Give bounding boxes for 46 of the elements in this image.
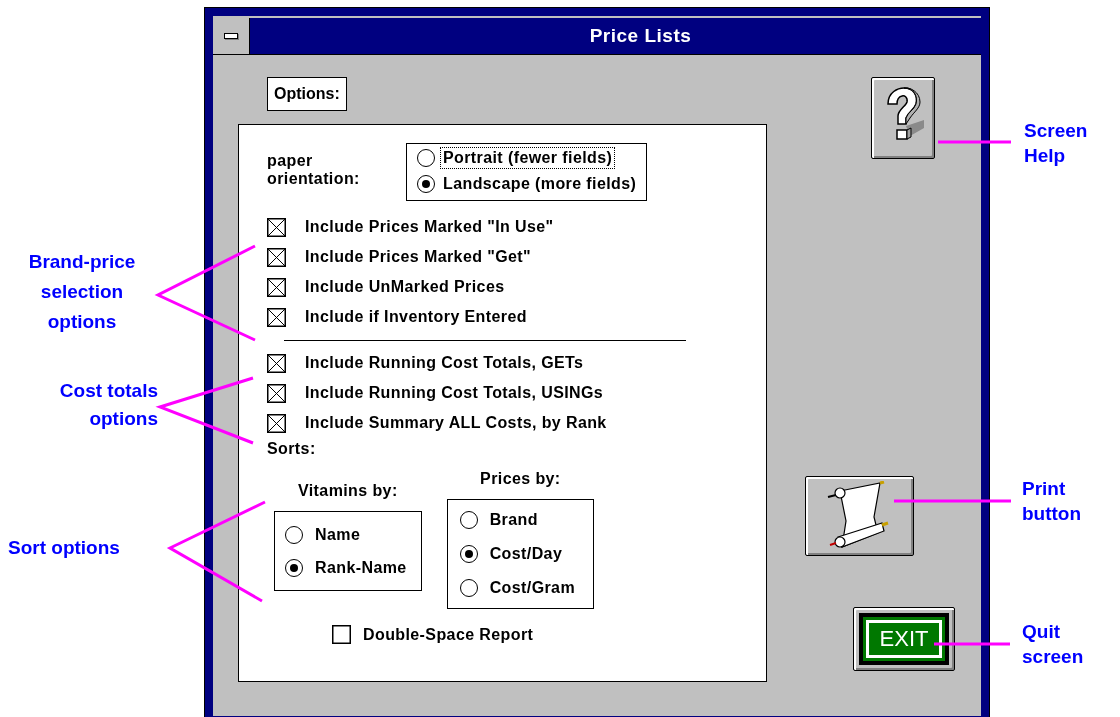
radio-button[interactable] xyxy=(459,511,478,529)
option-label: Brand xyxy=(488,510,539,530)
checkbox-label: Include Prices Marked "In Use" xyxy=(305,218,554,236)
help-button[interactable] xyxy=(871,77,935,159)
radio-button[interactable] xyxy=(459,579,478,597)
group-label: Prices by: xyxy=(480,470,561,488)
checkbox[interactable] xyxy=(267,247,286,267)
option-label: Rank-Name xyxy=(314,558,408,578)
checkbox[interactable] xyxy=(267,277,286,297)
annotation-label: Sort options xyxy=(8,536,121,560)
print-button[interactable] xyxy=(805,476,914,556)
checkbox[interactable] xyxy=(267,217,286,237)
checkbox[interactable] xyxy=(267,383,286,403)
checkbox[interactable] xyxy=(267,307,286,327)
radio-button[interactable] xyxy=(459,545,478,563)
annotation-label: Screen Help xyxy=(1024,119,1089,168)
section-label: Sorts: xyxy=(267,440,317,458)
radio-button[interactable] xyxy=(417,175,435,193)
group-label: Options: xyxy=(267,77,347,111)
field-label: paper orientation: xyxy=(267,152,361,188)
checkbox-label: Include Running Cost Totals, USINGs xyxy=(305,384,604,402)
annotation-label: Cost totals options xyxy=(58,379,158,431)
option-label: Cost/Day xyxy=(488,544,564,564)
option-label: Name xyxy=(314,525,362,545)
option-label: Landscape (more fields) xyxy=(442,174,638,194)
checkbox-label: Include Running Cost Totals, GETs xyxy=(305,354,584,372)
checkbox-label: Include Summary ALL Costs, by Rank xyxy=(305,414,607,432)
radio-button[interactable] xyxy=(285,526,303,544)
radio-button[interactable] xyxy=(417,149,435,167)
checkbox[interactable] xyxy=(332,625,351,644)
exit-button[interactable]: EXIT xyxy=(853,607,955,671)
option-label: Portrait (fewer fields) xyxy=(441,148,615,168)
option-label: Cost/Gram xyxy=(488,578,577,598)
checkbox-label: Include Prices Marked "Get" xyxy=(305,248,532,266)
annotation-label: Quit screen xyxy=(1022,620,1085,669)
group-label: Vitamins by: xyxy=(298,482,398,500)
radio-button[interactable] xyxy=(285,559,303,577)
checkbox[interactable] xyxy=(267,353,286,373)
annotation-label: Brand-price selection options xyxy=(27,250,137,334)
checkbox-label: Double-Space Report xyxy=(363,625,534,644)
system-menu-button[interactable] xyxy=(213,18,250,54)
annotation-label: Print button xyxy=(1022,477,1083,526)
window-title: Price Lists xyxy=(588,24,693,48)
checkbox[interactable] xyxy=(267,413,286,433)
checkbox-label: Include if Inventory Entered xyxy=(305,308,527,326)
checkbox-label: Include UnMarked Prices xyxy=(305,278,505,296)
